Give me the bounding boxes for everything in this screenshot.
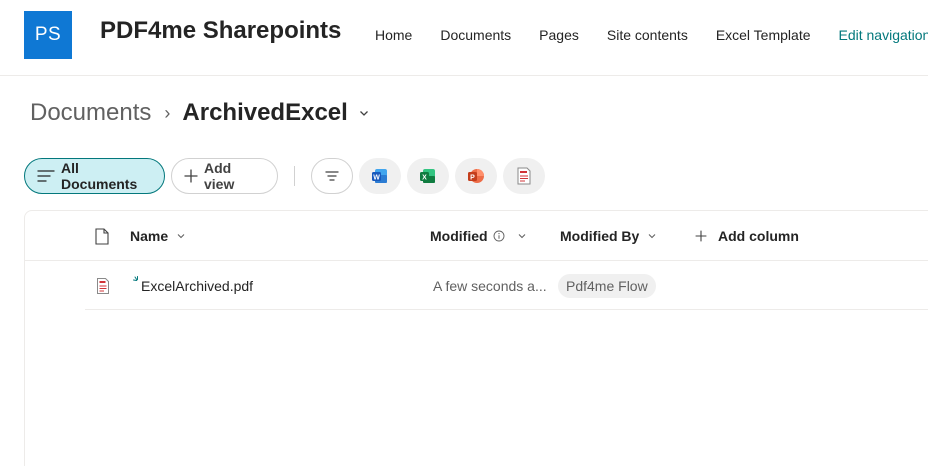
document-list: Name Modified Modified By Add column Exc… [24,210,928,466]
nav-excel-template[interactable]: Excel Template [716,27,811,43]
modified-column-header[interactable]: Modified [430,228,527,244]
chevron-down-icon [517,231,527,241]
top-navigation: Home Documents Pages Site contents Excel… [375,27,928,43]
add-column-label: Add column [718,228,799,244]
nav-site-contents[interactable]: Site contents [607,27,688,43]
plus-icon [184,169,198,183]
modified-value: A few seconds a... [433,278,547,294]
nav-pages[interactable]: Pages [539,27,579,43]
toolbar-divider [294,166,295,186]
view-list-icon [37,170,55,182]
new-excel-workbook-button[interactable]: X [407,158,449,194]
chevron-down-icon [176,231,186,241]
new-powerpoint-button[interactable]: P [455,158,497,194]
breadcrumb: Documents › ArchivedExcel [30,98,370,128]
file-name-link[interactable]: ExcelArchived.pdf [141,278,253,294]
filter-button[interactable] [311,158,353,194]
all-documents-view-button[interactable]: All Documents [24,158,165,194]
add-view-button[interactable]: Add view [171,158,278,194]
breadcrumb-separator: › [164,102,171,123]
nav-documents[interactable]: Documents [440,27,511,43]
nav-edit-navigation[interactable]: Edit navigation [839,27,928,43]
breadcrumb-documents[interactable]: Documents [30,99,151,127]
svg-text:W: W [373,174,380,181]
command-bar: All Documents Add view W X P [24,158,551,194]
plus-icon [695,230,707,242]
site-header: PS PDF4me Sharepoints Home Documents Pag… [0,0,928,76]
modified-column-label: Modified [430,228,488,244]
modified-by-column-label: Modified By [560,228,640,244]
name-column-header[interactable]: Name [130,228,186,244]
svg-text:X: X [422,174,427,181]
table-row[interactable]: ExcelArchived.pdf A few seconds a... Pdf… [85,262,928,310]
all-documents-label: All Documents [61,160,138,192]
modified-by-person[interactable]: Pdf4me Flow [558,274,656,298]
info-icon[interactable] [493,230,505,242]
name-column-label: Name [130,228,169,244]
pdf-button[interactable] [503,158,545,194]
site-logo[interactable]: PS [24,11,72,59]
document-icon [95,228,109,245]
site-title[interactable]: PDF4me Sharepoints [100,17,341,45]
powerpoint-icon: P [468,169,484,183]
excel-icon: X [420,169,435,183]
new-word-document-button[interactable]: W [359,158,401,194]
word-icon: W [372,169,387,183]
pdf-icon [517,167,531,185]
filter-icon [325,171,339,181]
file-type-column-header[interactable] [95,228,109,245]
chevron-down-icon [647,231,657,241]
nav-home[interactable]: Home [375,27,412,43]
svg-text:P: P [470,174,475,181]
modified-by-column-header[interactable]: Modified By [560,228,657,244]
pdf-file-icon [97,278,109,299]
list-header: Name Modified Modified By Add column [25,211,928,261]
chevron-down-icon[interactable] [358,107,370,119]
add-column-button[interactable]: Add column [695,228,799,244]
breadcrumb-current-folder[interactable]: ArchivedExcel [182,99,347,127]
add-view-label: Add view [204,160,235,192]
